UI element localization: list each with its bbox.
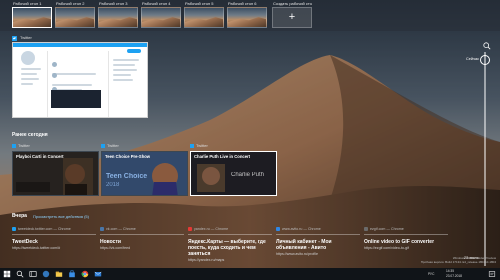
- item-title: TweetDeck: [12, 239, 38, 245]
- item-url: https://www.avito.ru/profile: [276, 252, 318, 256]
- desktop-thumbnail: [184, 7, 224, 28]
- store-icon[interactable]: [68, 270, 76, 278]
- timeline-now-label: Сейчас: [466, 57, 479, 61]
- windows-start-icon[interactable]: [3, 270, 11, 278]
- plus-icon: +: [288, 11, 296, 23]
- desktop-5[interactable]: Рабочий стол 5: [184, 1, 224, 28]
- yesterday-item[interactable]: vk.com — Chrome Новости https://vk.com/f…: [100, 226, 184, 250]
- item-url: https://yandex.ru/maps: [188, 258, 225, 262]
- svg-text:Charlie Puth: Charlie Puth: [231, 172, 264, 178]
- profile-column: [21, 51, 43, 111]
- ezgif-icon: [364, 227, 368, 232]
- item-source: ezgif.com — Chrome: [364, 226, 448, 232]
- card-title: Charlie Puth Live in Concert: [194, 154, 251, 159]
- card-title: Playboi Carti in Concert: [16, 154, 64, 159]
- avito-icon: [276, 227, 280, 232]
- timeline-scrollbar[interactable]: [484, 52, 486, 266]
- svg-text:2018: 2018: [106, 182, 120, 188]
- item-source: vk.com — Chrome: [100, 226, 184, 232]
- desktop-thumbnail: [55, 7, 95, 28]
- item-url: https://ezgif.com/video-to-gif: [364, 246, 409, 250]
- add-desktop-button[interactable]: Создать рабочий стол +: [272, 1, 312, 28]
- activity-card-selected[interactable]: Charlie Puth Charlie Puth Live in Concer…: [190, 151, 277, 196]
- desktop-1[interactable]: Рабочий стол 1: [12, 1, 52, 28]
- svg-text:Teen Choice: Teen Choice: [106, 173, 147, 180]
- tweet-media: [51, 90, 101, 108]
- twitter-icon: [12, 36, 17, 41]
- item-source: tweetdeck.twitter.com — Chrome: [12, 226, 96, 232]
- trends-column: [113, 51, 143, 84]
- desktop-thumbnail: [98, 7, 138, 28]
- clock-time[interactable]: 14:35: [446, 269, 454, 273]
- virtual-desktops-bar: Рабочий стол 1 Рабочий стол 2 Рабочий ст…: [0, 0, 500, 31]
- item-title: Личный кабинет - Мои объявления - Авито: [276, 239, 332, 251]
- item-url: https://tweetdeck.twitter.com/#: [12, 246, 61, 250]
- divider: [276, 234, 360, 235]
- activity-card[interactable]: Teen Choice 2018 Teen Choice Pre-Show: [101, 151, 188, 196]
- divider: [364, 234, 448, 235]
- task-view-icon[interactable]: [29, 270, 37, 278]
- mail-icon[interactable]: [94, 270, 102, 278]
- section-earlier-today: Ранее сегодня: [12, 132, 48, 138]
- open-window-title: Twitter: [20, 35, 32, 40]
- card-app-label: Twitter: [12, 143, 30, 149]
- item-title: Online video to GIF converter: [364, 239, 435, 245]
- item-source: yandex.ru — Chrome: [188, 226, 272, 232]
- search-icon[interactable]: [483, 42, 491, 50]
- yesterday-item[interactable]: ezgif.com — Chrome Online video to GIF c…: [364, 226, 448, 250]
- window-header-bar: [13, 43, 147, 47]
- clock-date[interactable]: 23.07.2018: [446, 274, 462, 278]
- language-indicator[interactable]: РУС: [428, 272, 434, 276]
- see-all-activities-link[interactable]: Просмотреть все действия (5): [33, 214, 89, 219]
- desktop-2[interactable]: Рабочий стол 2: [55, 1, 95, 28]
- taskbar: РУС 14:35 23.07.2018: [0, 268, 500, 280]
- desktop-thumbnail: [12, 7, 52, 28]
- file-explorer-icon[interactable]: [55, 270, 63, 278]
- item-title: Яндекс.Карты — выберите, где поесть, куд…: [188, 239, 266, 257]
- desktop-thumbnail: [141, 7, 181, 28]
- yesterday-item[interactable]: tweetdeck.twitter.com — Chrome TweetDeck…: [12, 226, 96, 250]
- desktop-thumbnail: [227, 7, 267, 28]
- section-yesterday: Вчера: [12, 213, 27, 219]
- vk-icon: [100, 227, 104, 232]
- item-source: www.avito.ru — Chrome: [276, 226, 360, 232]
- desktop-4[interactable]: Рабочий стол 4: [141, 1, 181, 28]
- divider: [188, 234, 272, 235]
- taskbar-search-icon[interactable]: [16, 270, 24, 278]
- yandex-icon: [188, 227, 192, 232]
- add-desktop-tile: +: [272, 7, 312, 28]
- activity-card[interactable]: Playboi Carti in Concert: [12, 151, 99, 196]
- os-watermark: Windows 10 Pro Insider Preview Пробная в…: [420, 256, 496, 264]
- item-url: https://vk.com/feed: [100, 246, 131, 250]
- yesterday-item[interactable]: yandex.ru — Chrome Яндекс.Карты — выбери…: [188, 226, 272, 262]
- item-title: Новости: [100, 239, 121, 245]
- tweetdeck-icon: [12, 227, 16, 232]
- desktop-6[interactable]: Рабочий стол 6: [227, 1, 267, 28]
- chrome-icon[interactable]: [81, 270, 89, 278]
- desktop-3[interactable]: Рабочий стол 3: [98, 1, 138, 28]
- card-title: Teen Choice Pre-Show: [105, 154, 151, 159]
- twitter-window-thumbnail[interactable]: [12, 42, 148, 118]
- card-app-label: Twitter: [190, 143, 208, 149]
- timeline-thumb[interactable]: [480, 55, 490, 65]
- divider: [12, 234, 96, 235]
- card-app-label: Twitter: [101, 143, 119, 149]
- notifications-icon[interactable]: [488, 270, 496, 278]
- edge-icon[interactable]: [42, 270, 50, 278]
- yesterday-item[interactable]: www.avito.ru — Chrome Личный кабинет - М…: [276, 226, 360, 256]
- divider: [100, 234, 184, 235]
